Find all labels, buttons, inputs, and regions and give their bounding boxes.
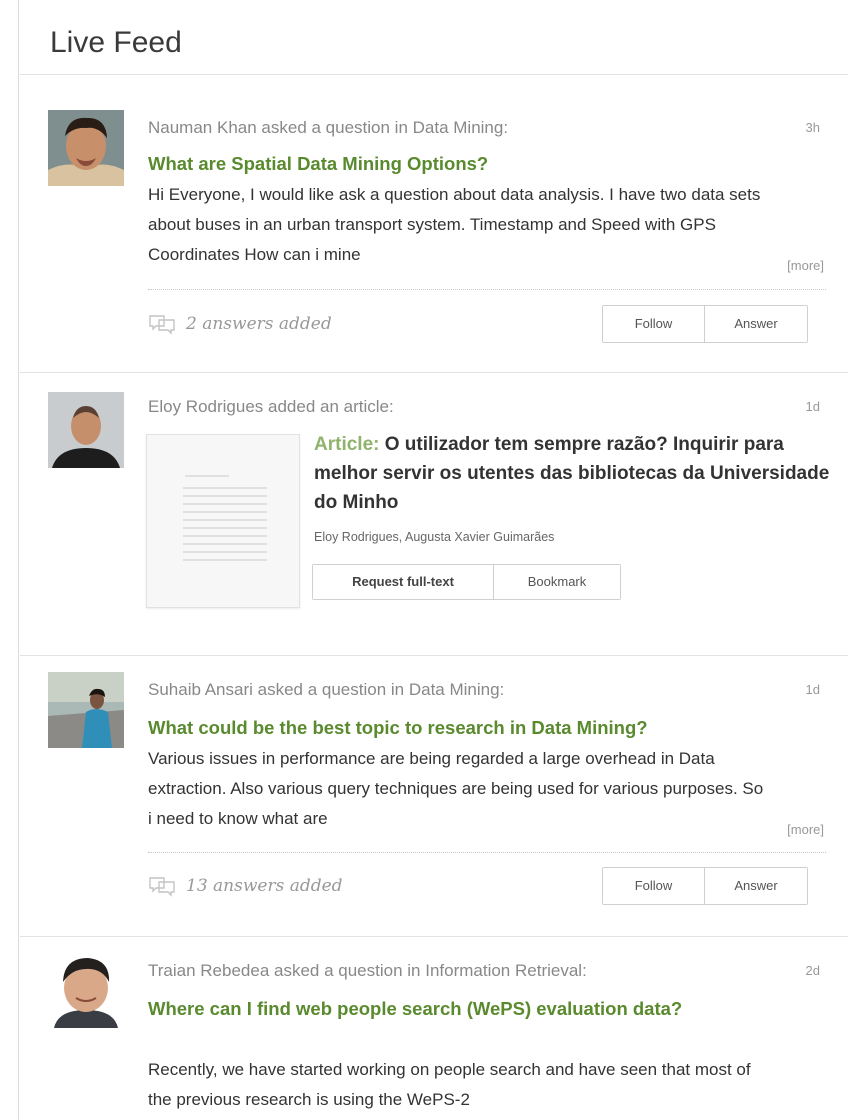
- more-link[interactable]: [more]: [787, 822, 824, 837]
- question-actions: Follow Answer: [602, 305, 808, 343]
- article-actions: Request full-text Bookmark: [312, 564, 621, 600]
- feed-title: Live Feed: [50, 26, 182, 59]
- article-title-text: O utilizador tem sempre razão? Inquirir …: [314, 434, 830, 513]
- article-thumbnail[interactable]: [146, 434, 300, 608]
- feed-left-border: [18, 0, 19, 1120]
- follow-button[interactable]: Follow: [603, 306, 704, 342]
- article-title[interactable]: Article: O utilizador tem sempre razão? …: [314, 430, 834, 517]
- request-full-text-button[interactable]: Request full-text: [313, 565, 493, 599]
- question-excerpt: Recently, we have started working on peo…: [148, 1060, 751, 1109]
- divider: [20, 74, 848, 75]
- item-meta[interactable]: Traian Rebedea asked a question in Infor…: [148, 961, 587, 981]
- avatar[interactable]: [48, 110, 124, 186]
- item-timestamp: 3h: [805, 120, 820, 135]
- question-title[interactable]: Where can I find web people search (WePS…: [148, 994, 768, 1023]
- speech-bubbles-icon: [149, 315, 175, 335]
- avatar[interactable]: [48, 672, 124, 748]
- answers-count[interactable]: 2 answers added: [148, 313, 332, 335]
- answers-count[interactable]: 13 answers added: [148, 875, 343, 897]
- bookmark-button[interactable]: Bookmark: [493, 565, 620, 599]
- question-excerpt: Hi Everyone, I would like ask a question…: [148, 185, 761, 264]
- answer-button[interactable]: Answer: [704, 306, 807, 342]
- answers-label: 13 answers added: [186, 876, 343, 896]
- question-title[interactable]: What are Spatial Data Mining Options?: [148, 149, 488, 178]
- divider: [148, 289, 826, 290]
- item-meta[interactable]: Eloy Rodrigues added an article:: [148, 397, 394, 417]
- divider: [20, 655, 848, 656]
- divider: [20, 372, 848, 373]
- question-title[interactable]: What could be the best topic to research…: [148, 713, 648, 742]
- answer-button[interactable]: Answer: [704, 868, 807, 904]
- question-actions: Follow Answer: [602, 867, 808, 905]
- speech-bubbles-icon: [149, 877, 175, 897]
- item-meta[interactable]: Nauman Khan asked a question in Data Min…: [148, 118, 508, 138]
- answers-label: 2 answers added: [186, 314, 332, 334]
- item-timestamp: 2d: [805, 963, 820, 978]
- article-authors[interactable]: Eloy Rodrigues, Augusta Xavier Guimarães: [314, 530, 554, 544]
- divider: [148, 852, 826, 853]
- article-label: Article:: [314, 434, 380, 455]
- divider: [20, 936, 848, 937]
- follow-button[interactable]: Follow: [603, 868, 704, 904]
- avatar[interactable]: [48, 952, 124, 1028]
- item-timestamp: 1d: [805, 399, 820, 414]
- item-meta[interactable]: Suhaib Ansari asked a question in Data M…: [148, 680, 504, 700]
- question-excerpt: Various issues in performance are being …: [148, 749, 764, 828]
- avatar[interactable]: [48, 392, 124, 468]
- item-timestamp: 1d: [805, 682, 820, 697]
- more-link[interactable]: [more]: [787, 258, 824, 273]
